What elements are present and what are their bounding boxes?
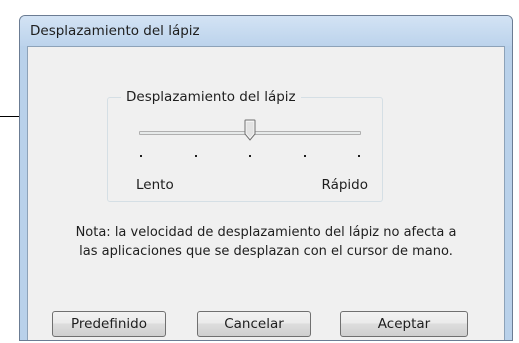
slider-tick: [358, 155, 360, 157]
speed-slider-thumb[interactable]: [244, 119, 256, 141]
screenshot-stage: Desplazamiento del lápiz Desplazamiento …: [0, 0, 519, 343]
default-button[interactable]: Predefinido: [52, 311, 166, 337]
slider-tick: [195, 155, 197, 157]
cancel-button[interactable]: Cancelar: [197, 311, 311, 337]
note-line-2: las aplicaciones que se desplazan con el…: [79, 244, 453, 259]
dialog-window: Desplazamiento del lápiz Desplazamiento …: [19, 15, 513, 341]
dialog-body: Desplazamiento del lápiz Lento Rápido No…: [27, 46, 505, 340]
window-title: Desplazamiento del lápiz: [30, 23, 200, 39]
slider-min-label: Lento: [136, 177, 174, 193]
note-text: Nota: la velocidad de desplazamiento del…: [28, 223, 504, 261]
slider-tick: [304, 155, 306, 157]
title-bar[interactable]: Desplazamiento del lápiz: [20, 16, 512, 46]
group-label: Desplazamiento del lápiz: [121, 89, 301, 105]
ok-button[interactable]: Aceptar: [340, 311, 468, 337]
slider-tick: [140, 155, 142, 157]
slider-max-label: Rápido: [321, 177, 368, 193]
slider-tick: [249, 155, 251, 157]
note-line-1: Nota: la velocidad de desplazamiento del…: [75, 225, 457, 240]
